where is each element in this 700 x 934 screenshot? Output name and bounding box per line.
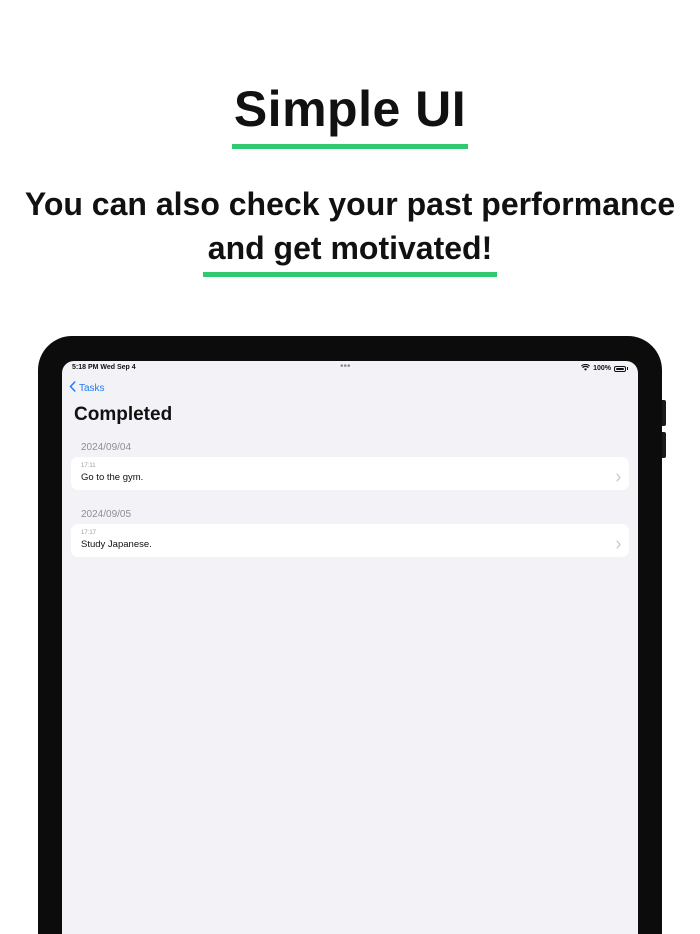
promo-subtitle-line-1: You can also check your past performance	[24, 186, 676, 222]
app-screen: 5:18 PM Wed Sep 4 ••• 100% Tasks Complet…	[62, 361, 638, 934]
wifi-icon	[581, 363, 591, 373]
subtitle-underline	[203, 272, 497, 277]
section-header-date: 2024/09/05	[81, 509, 132, 520]
volume-up-button	[662, 400, 666, 426]
list-item-time: 17:17	[81, 530, 97, 536]
section-header-date: 2024/09/04	[81, 442, 132, 453]
battery-tip	[627, 367, 628, 370]
list-item-time: 17:11	[81, 463, 96, 469]
battery-icon	[614, 365, 626, 372]
title-underline	[232, 144, 468, 149]
chevron-right-icon	[616, 469, 621, 487]
back-button-label: Tasks	[79, 382, 105, 394]
chevron-right-icon	[616, 536, 621, 554]
status-right-group: 100%	[581, 363, 628, 373]
status-time-date: 5:18 PM Wed Sep 4	[72, 364, 136, 371]
battery-fill	[616, 367, 624, 370]
page-title: Completed	[74, 404, 173, 425]
promo-subtitle-line-2: and get motivated!	[207, 230, 493, 266]
back-button[interactable]: Tasks	[69, 381, 105, 395]
volume-down-button	[662, 432, 666, 458]
battery-percent: 100%	[593, 365, 611, 372]
promo-title: Simple UI	[233, 81, 467, 137]
promo-page: Simple UI You can also check your past p…	[0, 0, 700, 934]
list-item-title: Study Japanese.	[81, 539, 152, 550]
list-item-title: Go to the gym.	[81, 472, 144, 483]
list-item[interactable]: 17:17 Study Japanese.	[71, 524, 629, 557]
list-item[interactable]: 17:11 Go to the gym.	[71, 457, 629, 490]
chevron-left-icon	[69, 381, 76, 395]
multitasking-dots-icon[interactable]: •••	[340, 361, 351, 372]
